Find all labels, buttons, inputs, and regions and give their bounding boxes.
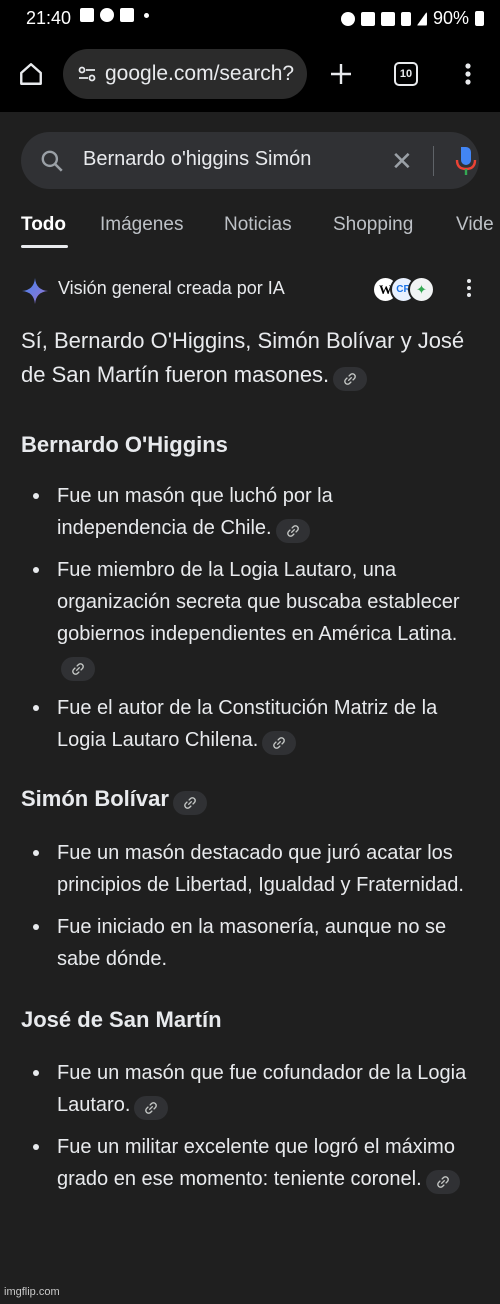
link-chip[interactable]	[262, 731, 297, 755]
battery-percentage: 90%	[432, 8, 469, 28]
search-icon	[41, 150, 63, 172]
link-chip[interactable]	[425, 1170, 460, 1194]
signal-icon	[416, 11, 427, 26]
battery-icon	[475, 11, 484, 26]
section-heading-bolivar: Simón Bolívar	[21, 784, 487, 815]
ai-overview-content: Sí, Bernardo O'Higgins, Simón Bolívar y …	[21, 324, 487, 1195]
search-input[interactable]: Bernardo o'higgins Simón	[83, 148, 311, 171]
home-icon	[20, 63, 42, 85]
link-icon	[273, 737, 286, 749]
new-tab-button[interactable]	[319, 52, 363, 96]
link-chip[interactable]	[61, 657, 95, 681]
site-info-icon	[78, 66, 96, 82]
tab-count: 10	[394, 62, 418, 86]
active-tab-indicator	[21, 245, 68, 248]
address-bar[interactable]: google.com/search?	[63, 49, 307, 99]
alarm-icon	[340, 11, 355, 26]
cloud-icon	[100, 8, 114, 22]
source-logo-icon: ✦	[408, 276, 435, 303]
gemini-spark-icon	[22, 278, 48, 304]
link-icon	[72, 663, 84, 675]
ai-overview-title: Visión general creada por IA	[58, 278, 285, 298]
link-icon	[344, 373, 357, 385]
mute-icon	[360, 11, 375, 26]
list-item: Fue el autor de la Constitución Matriz d…	[21, 692, 487, 756]
ai-overview-header: Visión general creada por IA W CR ✦	[21, 276, 481, 306]
url-text: google.com/search?	[105, 62, 295, 85]
plus-icon	[331, 64, 351, 84]
clear-search-button[interactable]: ✕	[391, 146, 413, 177]
more-vert-icon	[465, 63, 471, 85]
link-icon	[436, 1176, 449, 1188]
list-item: Fue un masón destacado que juró acatar l…	[21, 837, 487, 901]
list-item: Fue un masón que luchó por la independen…	[21, 480, 401, 544]
notification-dot-icon	[144, 12, 149, 18]
link-chip[interactable]	[275, 519, 310, 543]
gallery-icon	[80, 8, 94, 22]
source-favicons[interactable]: W CR ✦	[372, 276, 435, 304]
youtube-icon	[120, 8, 134, 22]
status-bar: 21:40 90%	[0, 0, 500, 36]
search-tabs: Todo Imágenes Noticias Shopping Vide	[0, 208, 500, 248]
tab-imagenes[interactable]: Imágenes	[100, 214, 183, 236]
ai-overview-menu-button[interactable]	[465, 279, 473, 297]
list-item: Fue un militar excelente que logró el má…	[21, 1131, 487, 1195]
san-martin-list: Fue un masón que fue cofundador de la Lo…	[21, 1057, 487, 1195]
more-vert-icon	[467, 279, 471, 283]
browser-toolbar: google.com/search? 10	[0, 36, 500, 112]
divider	[433, 146, 434, 176]
volte-icon	[380, 11, 395, 26]
browser-menu-button[interactable]	[446, 52, 490, 96]
list-item: Fue iniciado en la masonería, aunque no …	[21, 911, 487, 975]
tab-todo[interactable]: Todo	[21, 214, 66, 236]
link-chip[interactable]	[172, 791, 207, 815]
mic-icon[interactable]	[455, 146, 477, 176]
tab-videos[interactable]: Vide	[456, 214, 494, 236]
section-heading-san-martin: José de San Martín	[21, 1007, 222, 1032]
link-icon	[145, 1102, 158, 1114]
link-icon	[286, 525, 299, 537]
tab-noticias[interactable]: Noticias	[224, 214, 292, 236]
link-icon	[184, 797, 196, 809]
home-button[interactable]	[9, 52, 53, 96]
close-icon: ✕	[391, 146, 413, 176]
list-item: Fue un masón que fue cofundador de la Lo…	[21, 1057, 487, 1121]
list-item: Fue miembro de la Logia Lautaro, una org…	[21, 554, 487, 682]
watermark: imgflip.com	[4, 1286, 60, 1298]
tab-switcher-button[interactable]: 10	[384, 52, 428, 96]
link-chip[interactable]	[134, 1096, 169, 1120]
status-time: 21:40	[26, 8, 72, 28]
bolivar-list: Fue un masón destacado que juró acatar l…	[21, 837, 487, 975]
section-heading-ohiggins: Bernardo O'Higgins	[21, 432, 228, 457]
tab-shopping[interactable]: Shopping	[333, 214, 413, 236]
search-box[interactable]: Bernardo o'higgins Simón ✕	[21, 132, 479, 189]
link-chip[interactable]	[333, 367, 368, 391]
ai-overview-lead: Sí, Bernardo O'Higgins, Simón Bolívar y …	[21, 324, 487, 392]
4g-icon	[400, 11, 411, 26]
ohiggins-list: Fue un masón que luchó por la independen…	[21, 480, 487, 756]
